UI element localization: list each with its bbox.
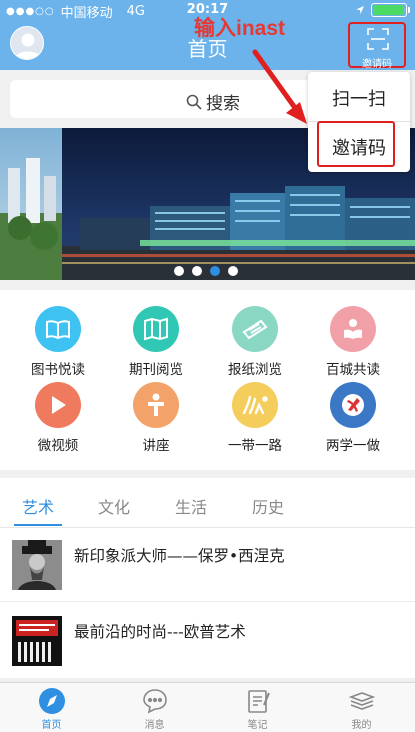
tabbar-label: 笔记 bbox=[247, 720, 268, 731]
list-item[interactable]: 新印象派大师——保罗•西涅克 bbox=[0, 528, 415, 602]
belt-road-icon bbox=[232, 382, 278, 428]
search-icon bbox=[186, 94, 202, 110]
bottom-tab-bar: 首页 消息 笔记 我的 bbox=[0, 682, 415, 732]
pager-dot-active[interactable] bbox=[210, 266, 220, 276]
grid-label: 报纸浏览 bbox=[228, 362, 282, 378]
grid-label: 一带一路 bbox=[228, 438, 282, 454]
grid-item-city-reading[interactable]: 百城共读 bbox=[301, 306, 405, 378]
note-icon bbox=[247, 690, 270, 713]
lecture-icon bbox=[133, 382, 179, 428]
grid-label: 微视频 bbox=[37, 438, 79, 454]
newspaper-icon bbox=[232, 306, 278, 352]
banner-pager bbox=[174, 266, 238, 276]
tabbar-label: 我的 bbox=[351, 720, 372, 731]
grid-item-books[interactable]: 图书悦读 bbox=[6, 306, 110, 378]
tab-life[interactable]: 生活 bbox=[175, 494, 207, 518]
tabbar-item-notes[interactable]: 笔记 bbox=[206, 687, 309, 731]
active-tab-indicator bbox=[14, 524, 62, 526]
article-title: 新印象派大师——保罗•西涅克 bbox=[74, 547, 285, 565]
party-emblem-icon bbox=[330, 382, 376, 428]
reading-person-icon bbox=[330, 306, 376, 352]
grid-label: 期刊阅览 bbox=[129, 362, 183, 378]
tab-history[interactable]: 历史 bbox=[252, 494, 284, 518]
compass-icon bbox=[38, 688, 65, 714]
grid-label: 图书悦读 bbox=[31, 362, 85, 378]
location-arrow-icon bbox=[356, 6, 364, 14]
article-thumbnail bbox=[12, 540, 62, 590]
list-item[interactable]: 最前沿的时尚---欧普艺术 bbox=[0, 604, 415, 678]
book-icon bbox=[35, 306, 81, 352]
grid-item-micro-video[interactable]: 微视频 bbox=[6, 382, 110, 454]
tabbar-item-messages[interactable]: 消息 bbox=[103, 687, 206, 731]
grid-label: 百城共读 bbox=[326, 362, 380, 378]
grid-item-belt-road[interactable]: 一带一路 bbox=[203, 382, 307, 454]
tab-art[interactable]: 艺术 bbox=[22, 494, 54, 518]
invite-code-button-label: 邀请码 bbox=[362, 59, 392, 70]
grid-label: 讲座 bbox=[142, 438, 170, 454]
pager-dot[interactable] bbox=[174, 266, 184, 276]
article-title: 最前沿的时尚---欧普艺术 bbox=[74, 623, 246, 641]
grid-item-two-studies[interactable]: 两学一做 bbox=[301, 382, 405, 454]
invite-code-button[interactable]: 邀请码 bbox=[348, 22, 406, 70]
pager-dot[interactable] bbox=[192, 266, 202, 276]
invite-code-highlight bbox=[317, 121, 395, 167]
books-icon bbox=[348, 692, 375, 710]
article-list: 新印象派大师——保罗•西涅克 最前沿的时尚---欧普艺术 bbox=[0, 528, 415, 678]
tabbar-item-mine[interactable]: 我的 bbox=[310, 687, 413, 731]
pager-dot[interactable] bbox=[228, 266, 238, 276]
menu-item-scan[interactable]: 扫一扫 bbox=[308, 74, 410, 122]
annotation-label: 输入inast bbox=[194, 17, 286, 40]
grid-label: 两学一做 bbox=[326, 438, 380, 454]
grid-item-journals[interactable]: 期刊阅览 bbox=[104, 306, 208, 378]
magazine-icon bbox=[133, 306, 179, 352]
top-header: ●●●○○ 中国移动 4G 20:17 首页 输入inast 邀请码 bbox=[0, 0, 415, 70]
status-right bbox=[355, 3, 410, 17]
tabbar-item-home[interactable]: 首页 bbox=[0, 687, 103, 731]
chat-icon bbox=[142, 689, 167, 714]
tab-culture[interactable]: 文化 bbox=[98, 494, 130, 518]
article-thumbnail bbox=[12, 616, 62, 666]
grid-item-newspapers[interactable]: 报纸浏览 bbox=[203, 306, 307, 378]
category-tabs: 艺术 文化 生活 历史 bbox=[0, 478, 415, 528]
feature-grid: 图书悦读 期刊阅览 报纸浏览 百城共读 微视频 讲座 一带一路 两学一做 bbox=[0, 290, 415, 470]
battery-icon bbox=[371, 3, 410, 17]
search-label: 搜索 bbox=[206, 94, 240, 114]
search-placeholder: 搜索 bbox=[186, 89, 240, 114]
grid-item-lectures[interactable]: 讲座 bbox=[104, 382, 208, 454]
play-icon bbox=[35, 382, 81, 428]
tabbar-label: 消息 bbox=[144, 720, 165, 731]
tabbar-label: 首页 bbox=[41, 720, 62, 731]
scan-icon bbox=[367, 28, 389, 50]
